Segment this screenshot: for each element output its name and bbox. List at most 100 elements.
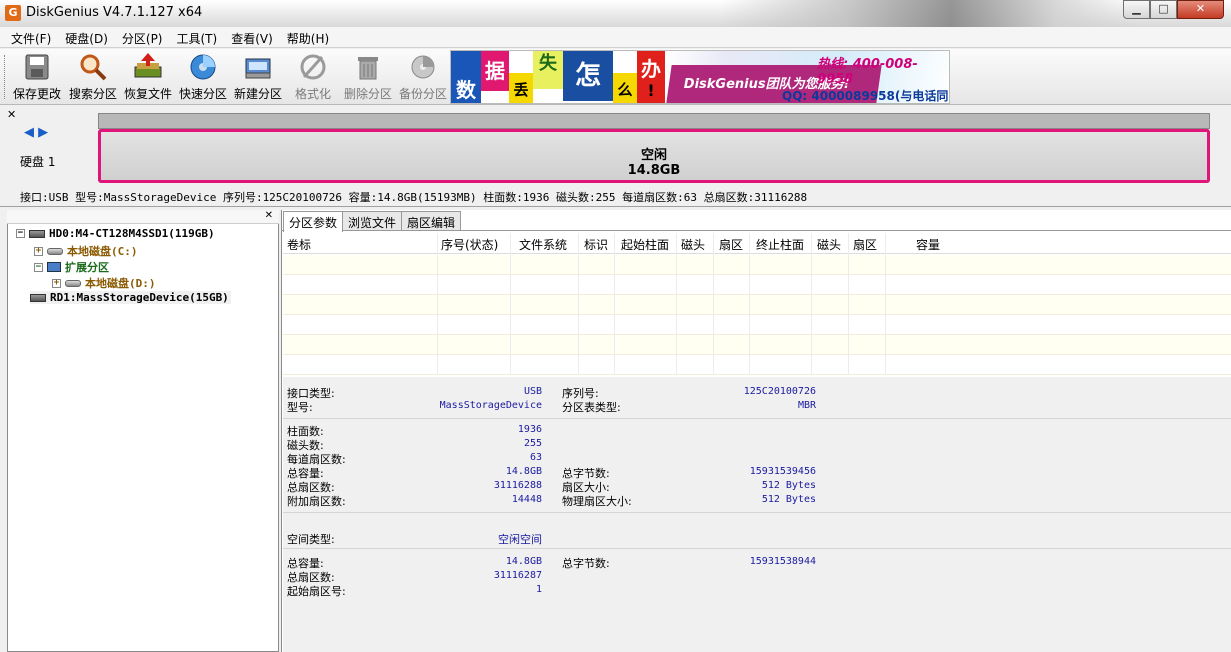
grid-separator bbox=[848, 233, 849, 375]
minimize-button[interactable]: ▁ bbox=[1123, 0, 1150, 19]
hard-disk-icon bbox=[30, 293, 46, 302]
table-row[interactable] bbox=[283, 275, 1231, 295]
col-end-head[interactable]: 磁头 bbox=[817, 236, 841, 253]
grid-separator bbox=[749, 233, 750, 375]
delete-partition-button[interactable]: 删除分区 bbox=[341, 53, 395, 103]
table-row[interactable] bbox=[283, 315, 1231, 335]
space-type-value: 空闲空间 bbox=[498, 533, 542, 546]
partition-icon bbox=[47, 247, 63, 255]
space-type-label: 空间类型: bbox=[287, 533, 335, 546]
col-start-cyl[interactable]: 起始柱面 bbox=[621, 236, 669, 253]
grid-separator bbox=[713, 233, 714, 375]
new-partition-button[interactable]: 新建分区 bbox=[231, 53, 285, 103]
disk-bar-header bbox=[98, 113, 1210, 129]
free-space-size: 14.8GB bbox=[627, 163, 681, 178]
table-row[interactable] bbox=[283, 355, 1231, 375]
free-space-label: 空闲 bbox=[640, 148, 667, 163]
title-bar: G DiskGenius V4.7.1.127 x64 ▁ □ ✕ bbox=[0, 0, 1231, 27]
tree-item-hd0[interactable]: − HD0:M4-CT128M4SSD1(119GB) bbox=[16, 227, 215, 240]
partition-grid-header: 卷标 序号(状态) 文件系统 标识 起始柱面 磁头 扇区 终止柱面 磁头 扇区 … bbox=[283, 233, 1231, 254]
expand-icon[interactable]: + bbox=[34, 246, 43, 256]
menu-partition[interactable]: 分区(P) bbox=[115, 27, 170, 47]
partition-icon bbox=[65, 279, 81, 287]
maximize-button[interactable]: □ bbox=[1150, 0, 1177, 19]
menu-tools[interactable]: 工具(T) bbox=[170, 27, 225, 47]
backup-partition-button[interactable]: 备份分区 bbox=[396, 53, 450, 103]
col-end-sector[interactable]: 扇区 bbox=[853, 236, 877, 253]
quick-partition-button[interactable]: 快速分区 bbox=[176, 53, 230, 103]
pane-close-icon[interactable]: ✕ bbox=[7, 108, 16, 121]
table-row[interactable] bbox=[283, 295, 1231, 315]
ptable-value: MBR bbox=[797, 400, 816, 411]
hard-disk-icon bbox=[29, 229, 45, 238]
quick-partition-icon bbox=[188, 53, 218, 81]
disk-info-line: 接口:USB 型号:MassStorageDevice 序列号:125C2010… bbox=[20, 191, 808, 204]
space-capacity-value: 14.8GB bbox=[505, 556, 542, 567]
banner-phone: 热线: 400-008-9958 bbox=[817, 57, 918, 87]
section-divider bbox=[283, 548, 1231, 549]
col-volume-label[interactable]: 卷标 bbox=[287, 236, 311, 253]
menu-disk[interactable]: 硬盘(D) bbox=[58, 27, 115, 47]
menu-view[interactable]: 查看(V) bbox=[224, 27, 280, 47]
disk-nav: ◀ ▶ bbox=[24, 125, 48, 140]
col-capacity[interactable]: 容量 bbox=[916, 236, 940, 253]
close-button[interactable]: ✕ bbox=[1177, 0, 1224, 19]
restore-icon bbox=[133, 53, 163, 81]
grid-separator bbox=[510, 233, 511, 375]
start-sector-label: 起始扇区号: bbox=[287, 585, 346, 598]
ptable-label: 分区表类型: bbox=[562, 401, 621, 414]
app-icon: G bbox=[5, 5, 21, 21]
menu-bar: 文件(F) 硬盘(D) 分区(P) 工具(T) 查看(V) 帮助(H) bbox=[0, 27, 1231, 48]
tree-close-icon[interactable]: ✕ bbox=[265, 210, 273, 221]
tab-divider bbox=[281, 230, 1231, 231]
save-changes-button[interactable]: 保存更改 bbox=[10, 53, 64, 103]
table-row[interactable] bbox=[283, 335, 1231, 355]
tree-item-rd1[interactable]: RD1:MassStorageDevice(15GB) bbox=[30, 291, 231, 304]
collapse-icon[interactable]: − bbox=[16, 229, 25, 238]
collapse-icon[interactable]: − bbox=[34, 262, 43, 272]
banner-char-6: 么 bbox=[613, 73, 637, 103]
expand-icon[interactable]: + bbox=[52, 278, 61, 288]
new-partition-icon bbox=[243, 53, 273, 81]
col-filesystem[interactable]: 文件系统 bbox=[519, 236, 567, 253]
restore-files-button[interactable]: 恢复文件 bbox=[121, 53, 175, 103]
free-space-bar[interactable]: 空闲 14.8GB bbox=[98, 129, 1210, 183]
physical-sector-value: 512 Bytes bbox=[761, 494, 816, 505]
col-start-head[interactable]: 磁头 bbox=[681, 236, 705, 253]
model-label: 型号: bbox=[287, 401, 313, 414]
tab-partition-params[interactable]: 分区参数 bbox=[283, 211, 344, 232]
sector-size-value: 512 Bytes bbox=[761, 480, 816, 491]
format-button[interactable]: 格式化 bbox=[286, 53, 340, 103]
menu-help[interactable]: 帮助(H) bbox=[280, 27, 336, 47]
grid-separator bbox=[578, 233, 579, 375]
tree-item-c[interactable]: + 本地磁盘(C:) bbox=[34, 243, 138, 259]
iface-value: USB bbox=[523, 386, 542, 397]
search-partition-button[interactable]: 搜索分区 bbox=[66, 53, 120, 103]
window-title: DiskGenius V4.7.1.127 x64 bbox=[26, 5, 203, 20]
col-index[interactable]: 序号(状态) bbox=[441, 236, 498, 253]
section-divider bbox=[283, 418, 1231, 419]
next-disk-icon[interactable]: ▶ bbox=[38, 125, 48, 140]
grid-separator bbox=[676, 233, 677, 375]
title-bar-background bbox=[720, 0, 1140, 27]
tree-item-extended[interactable]: − 扩展分区 bbox=[34, 259, 109, 275]
menu-file[interactable]: 文件(F) bbox=[4, 27, 58, 47]
table-row[interactable] bbox=[283, 255, 1231, 275]
prev-disk-icon[interactable]: ◀ bbox=[24, 125, 34, 140]
model-value: MassStorageDevice bbox=[439, 400, 542, 411]
tab-sector-edit[interactable]: 扇区编辑 bbox=[401, 211, 462, 231]
banner-char-1: 数 bbox=[451, 51, 481, 103]
toolbar-grip[interactable] bbox=[4, 55, 7, 99]
col-end-cyl[interactable]: 终止柱面 bbox=[756, 236, 804, 253]
partition-grid[interactable] bbox=[283, 255, 1231, 375]
heads-value: 255 bbox=[523, 438, 542, 449]
grid-separator bbox=[811, 233, 812, 375]
tab-browse-files[interactable]: 浏览文件 bbox=[342, 211, 403, 231]
tree-item-d[interactable]: + 本地磁盘(D:) bbox=[52, 275, 156, 291]
col-id[interactable]: 标识 bbox=[584, 236, 608, 253]
bytes-value: 15931539456 bbox=[749, 466, 816, 477]
serial-value: 125C20100726 bbox=[743, 386, 816, 397]
col-start-sector[interactable]: 扇区 bbox=[719, 236, 743, 253]
format-icon bbox=[298, 53, 328, 81]
ad-banner[interactable]: 数 据 丢 失 怎 么 办 ! DiskGenius团队为您服务! 热线: 40… bbox=[450, 50, 950, 104]
